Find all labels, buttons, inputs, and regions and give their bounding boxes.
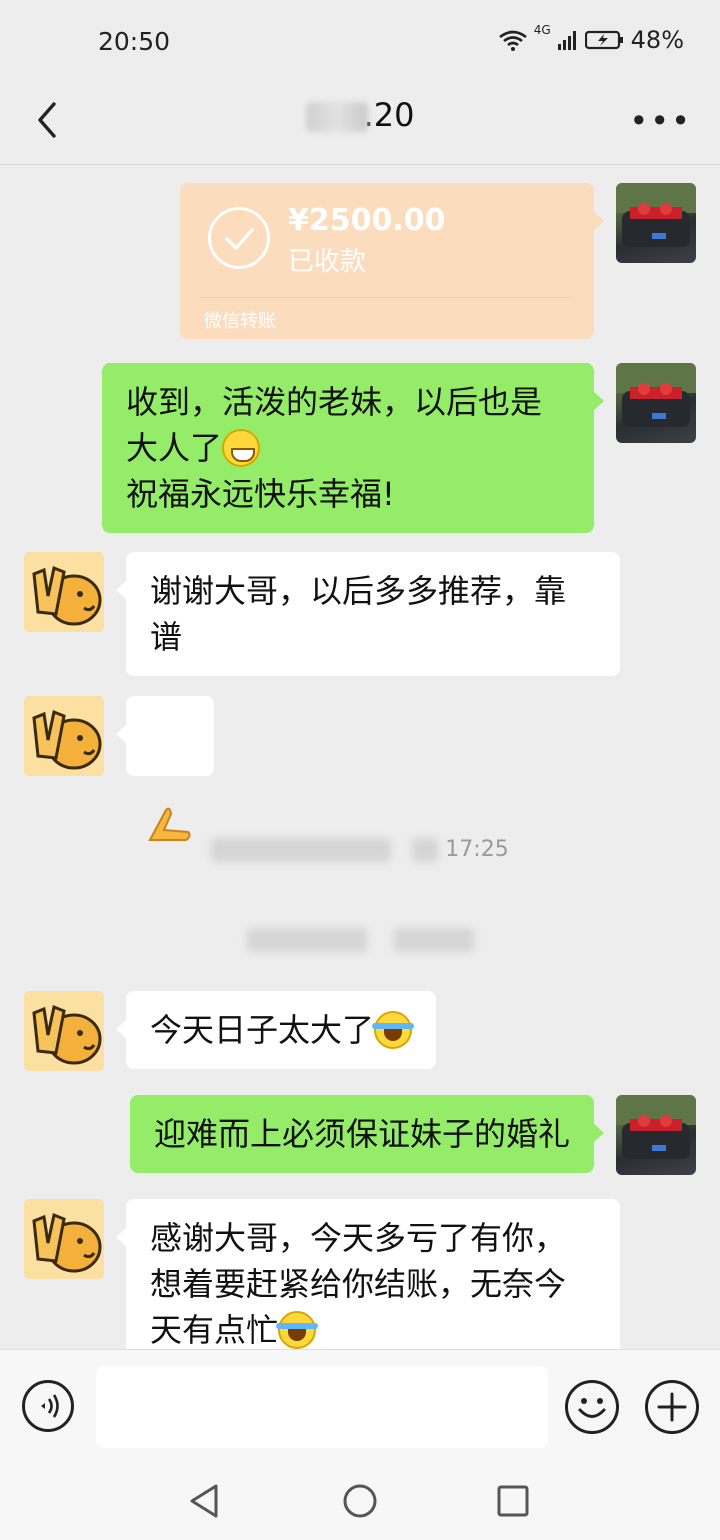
square-recent-icon[interactable] <box>494 1482 532 1520</box>
message-list[interactable]: ¥2500.00 已收款 微信转账 收到，活泼的老妹，以后也是 大人了 祝福永远… <box>0 165 720 1349</box>
my-message-bubble[interactable]: 迎难而上必须保证妹子的婚礼 <box>129 1095 605 1173</box>
timestamp-text: 17:25 <box>445 837 509 862</box>
my-avatar[interactable] <box>616 183 696 263</box>
system-notice <box>0 927 720 952</box>
title-blur <box>305 102 368 132</box>
wifi-icon <box>498 30 527 51</box>
system-navigation <box>0 1460 720 1540</box>
status-bar: 20:50 4G 48% <box>0 0 720 80</box>
message-row: 迎难而上必须保证妹子的婚礼 <box>0 1095 720 1177</box>
contact-message-bubble[interactable]: 感谢大哥，今天多亏了有你， 想着要赶紧给你结账，无奈今 天有点忙 <box>116 1199 620 1349</box>
circle-home-icon[interactable] <box>341 1482 379 1520</box>
blur-mask <box>246 928 367 952</box>
smiley-icon[interactable] <box>565 1380 619 1434</box>
laugh-cry-emoji-icon <box>276 1311 319 1349</box>
contact-avatar[interactable] <box>24 1199 104 1279</box>
laugh-cry-emoji-icon <box>372 1011 415 1049</box>
transfer-footer: 微信转账 <box>204 311 276 332</box>
contact-avatar[interactable] <box>24 552 104 632</box>
contact-message-bubble[interactable]: 今天日子太大了 <box>115 991 437 1069</box>
transfer-status: 已收款 <box>288 247 367 277</box>
voice-icon[interactable] <box>22 1380 74 1432</box>
contact-message-bubble[interactable]: 谢谢大哥，以后多多推荐，靠 谱 <box>116 552 620 676</box>
blur-mask <box>393 928 474 952</box>
battery-level: 48% <box>630 26 684 54</box>
my-avatar[interactable] <box>616 363 696 443</box>
grin-emoji-icon <box>222 429 261 467</box>
message-text: 祝福永远快乐幸福! <box>126 475 395 513</box>
message-text: 谢谢大哥，以后多多推荐，靠 谱 <box>150 572 567 656</box>
message-row: 收到，活泼的老妹，以后也是 大人了 祝福永远快乐幸福! <box>0 363 720 533</box>
chat-title-text: .20 <box>363 96 415 134</box>
status-time: 20:50 <box>98 27 171 56</box>
blur-mask <box>211 838 392 862</box>
chat-title: .20 <box>0 96 720 134</box>
transfer-amount: ¥2500.00 <box>288 203 446 238</box>
my-message-bubble[interactable]: 收到，活泼的老妹，以后也是 大人了 祝福永远快乐幸福! <box>102 363 604 533</box>
message-text: 迎难而上必须保证妹子的婚礼 <box>153 1115 570 1153</box>
message-row: 谢谢大哥，以后多多推荐，靠 谱 <box>0 552 720 682</box>
message-text: 收到，活泼的老妹，以后也是 大人了 <box>126 383 543 467</box>
status-icons: 4G 48% <box>498 23 684 54</box>
plus-icon[interactable] <box>645 1380 699 1434</box>
contact-avatar[interactable] <box>24 696 104 776</box>
timestamp: 17:25 <box>0 837 720 862</box>
message-row: 感谢大哥，今天多亏了有你， 想着要赶紧给你结账，无奈今 天有点忙 <box>0 1199 720 1349</box>
signal-icon <box>557 31 576 50</box>
my-avatar[interactable] <box>616 1095 696 1175</box>
blur-mask <box>412 838 439 862</box>
message-row: 今天日子太大了 <box>0 991 720 1073</box>
message-row <box>0 696 720 841</box>
message-row: ¥2500.00 已收款 微信转账 <box>0 183 720 343</box>
check-icon <box>208 207 270 269</box>
more-dots-icon[interactable]: ••• <box>629 102 692 140</box>
network-type: 4G <box>533 23 551 37</box>
transfer-card[interactable]: ¥2500.00 已收款 微信转账 <box>180 183 604 339</box>
contact-avatar[interactable] <box>24 991 104 1071</box>
message-input[interactable] <box>96 1366 548 1448</box>
contact-message-bubble[interactable] <box>116 696 214 841</box>
message-text: 今天日子太大了 <box>150 1011 375 1049</box>
input-bar <box>0 1349 720 1461</box>
battery-icon <box>584 30 623 50</box>
chat-header: .20 ••• <box>0 80 720 165</box>
divider <box>200 297 574 298</box>
triangle-back-icon[interactable] <box>186 1482 224 1520</box>
message-text: 感谢大哥，今天多亏了有你， 想着要赶紧给你结账，无奈今 天有点忙 <box>150 1219 567 1349</box>
